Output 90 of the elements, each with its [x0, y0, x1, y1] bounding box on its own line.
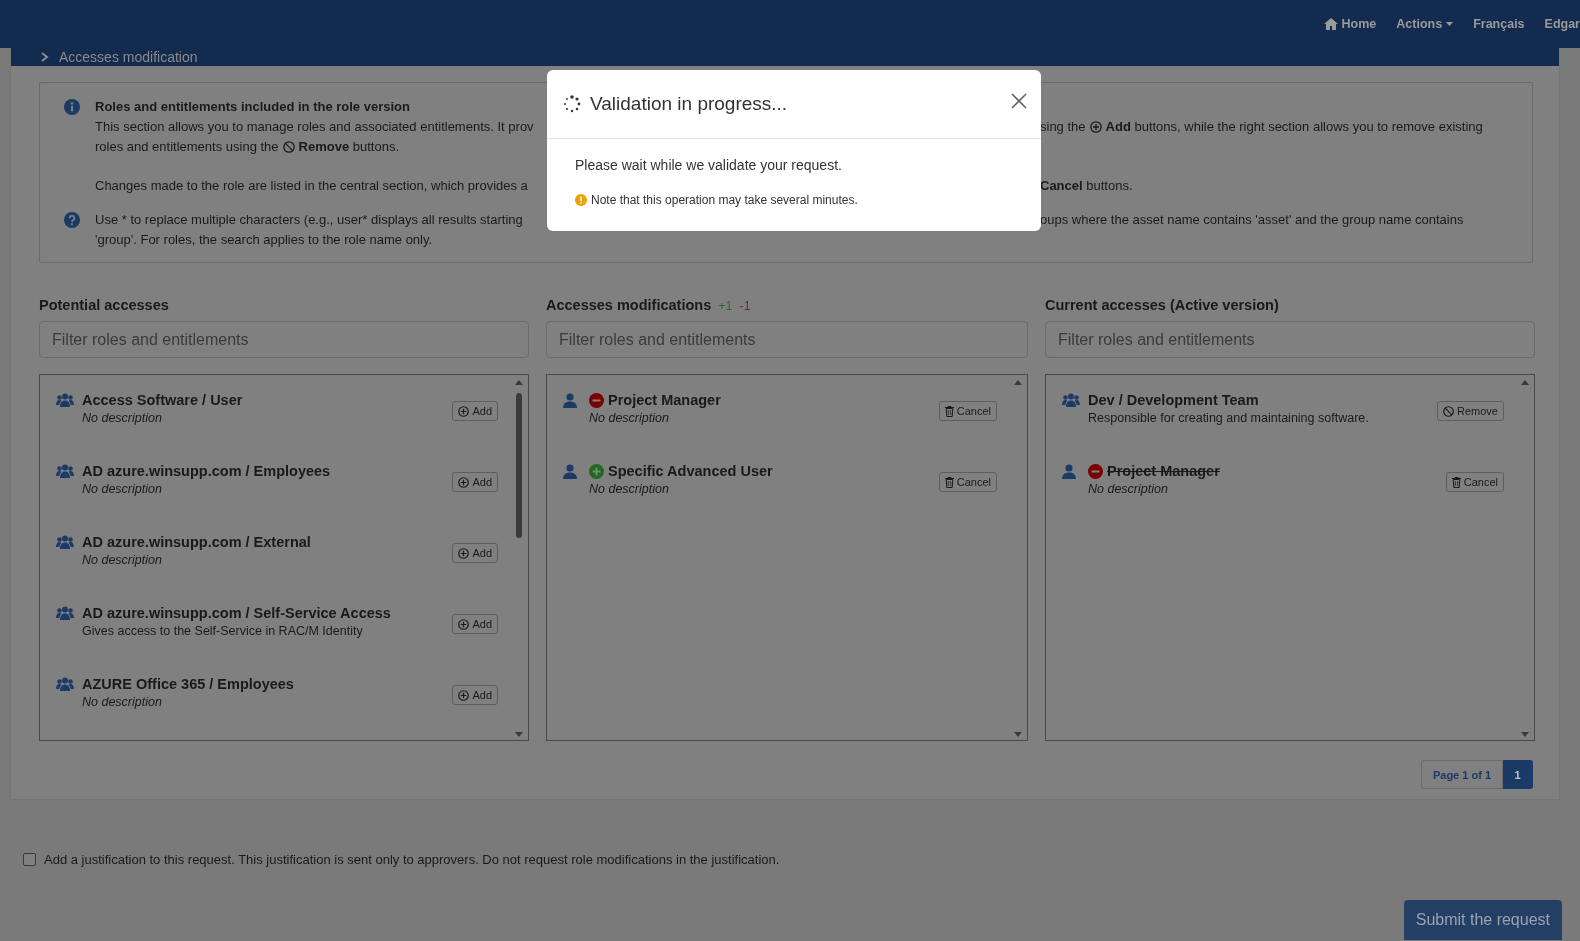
scrollbar[interactable] [1012, 378, 1024, 739]
add-button[interactable]: Add [452, 472, 498, 492]
chevron-icon [41, 52, 49, 62]
filter-field[interactable]: Filter roles and entitlements [39, 321, 529, 358]
nav-link[interactable]: Edgar [1544, 17, 1580, 31]
role-description: Gives access to the Self-Service in RAC/M Identity [82, 624, 364, 638]
group-icon [56, 393, 74, 407]
info-text: oups where the asset name contains 'asset' and the group name contains [1040, 211, 1464, 229]
add-button[interactable]: Add [452, 543, 498, 563]
modal-title: Validation in progress... [590, 93, 789, 115]
count-label: -1 [739, 299, 751, 313]
help-icon [64, 212, 80, 228]
group-icon [56, 606, 74, 620]
plus-circle-icon [458, 618, 470, 630]
info-text: Use * to replace multiple characters (e.g., user* displays all results starting [95, 211, 523, 229]
add-button[interactable]: Add [452, 685, 498, 705]
column-title: Current accesses (Active version) [1045, 297, 1279, 313]
role-description: No description [82, 695, 163, 709]
scrollbar[interactable] [513, 378, 525, 739]
group-icon [56, 677, 74, 691]
role-name: AD azure.winsupp.com / External [82, 534, 311, 550]
role-description: No description [82, 553, 163, 567]
role-name: AD azure.winsupp.com / Self-Service Access [82, 605, 391, 621]
trash-icon [944, 476, 954, 488]
role-description: No description [589, 482, 670, 496]
nav-link[interactable]: Home [1323, 17, 1377, 31]
plus-circle-icon [458, 689, 470, 701]
role-name: AD azure.winsupp.com / Employees [82, 463, 331, 479]
role-name: Dev / Development Team [1088, 392, 1259, 408]
info-title: Roles and entitlements included in the role version [95, 98, 410, 116]
filter-field[interactable]: Filter roles and entitlements [1045, 321, 1535, 358]
nav-link[interactable]: Actions [1396, 17, 1454, 31]
group-icon [56, 464, 74, 478]
plus-circle-icon [1089, 121, 1102, 133]
user-icon [1062, 464, 1076, 479]
info-text: 'group'. For roles, the search applies to the role name only. [95, 231, 433, 249]
cancel-button[interactable]: Cancel [938, 472, 997, 492]
info-text: Changes made to the role are listed in the central section, which provides a [95, 177, 528, 195]
info-text: roles and entitlements using the [95, 138, 279, 156]
user-icon [563, 393, 577, 408]
remove-button[interactable]: Remove [1437, 401, 1504, 421]
role-description: No description [82, 411, 163, 425]
column-title: Accesses modifications [546, 297, 712, 313]
add-button[interactable]: Add [452, 401, 498, 421]
info-text: sing the [1040, 118, 1086, 136]
modal-note: Note that this operation may take several minutes. [591, 193, 858, 207]
warning-icon [575, 194, 587, 206]
prohibited-icon [282, 141, 295, 153]
add-button[interactable]: Add [452, 614, 498, 634]
role-description: Responsible for creating and maintaining software. [1088, 411, 1370, 425]
spinner-icon [563, 95, 581, 113]
role-description: No description [82, 482, 163, 496]
plus-circle-icon [458, 547, 470, 559]
cancel-button[interactable]: Cancel [1445, 472, 1504, 492]
page-button[interactable]: 1 [1503, 760, 1533, 789]
checkbox-label: Add a justification to this request. This justification is sent only to approvers. Do not request role modifications in the justification. [44, 852, 780, 867]
prohibited-icon [1443, 405, 1455, 417]
filter-field[interactable]: Filter roles and entitlements [546, 321, 1028, 358]
group-icon [56, 535, 74, 549]
info-text: Add buttons, while the right section allows you to remove existing [1105, 118, 1483, 136]
caret-icon [1446, 22, 1454, 26]
cancel-button[interactable]: Cancel [938, 401, 997, 421]
role-name: Access Software / User [82, 392, 243, 408]
column-title: Potential accesses [39, 297, 169, 313]
justification-checkbox[interactable] [23, 853, 36, 866]
user-icon [563, 464, 577, 479]
count-label: +1 [718, 299, 733, 313]
trash-icon [1451, 476, 1461, 488]
page-indicator: Page 1 of 1 [1420, 760, 1503, 789]
nav-link[interactable]: Français [1473, 17, 1525, 31]
group-icon [1062, 393, 1080, 407]
card-title: Accesses modification [59, 48, 198, 66]
modal-message: Please wait while we validate your request. [575, 157, 843, 173]
home-icon [1323, 18, 1338, 30]
plus-circle-icon [458, 476, 470, 488]
info-icon [64, 99, 80, 115]
info-text: This section allows you to manage roles and associated entitlements. It prov [95, 118, 534, 136]
submit-button[interactable]: Submit the request [1403, 900, 1562, 940]
role-name: AZURE Office 365 / Employees [82, 676, 294, 692]
info-text: Remove buttons. [298, 138, 399, 156]
role-name: Project Manager [608, 392, 721, 408]
role-name: Project Manager [1107, 463, 1220, 479]
close-button[interactable] [1011, 93, 1027, 109]
role-description: No description [1088, 482, 1169, 496]
plus-circle-icon [458, 405, 470, 417]
role-name: Specific Advanced User [608, 463, 773, 479]
trash-icon [944, 405, 954, 417]
role-description: No description [589, 411, 670, 425]
scrollbar[interactable] [1519, 378, 1531, 739]
info-text: Cancel buttons. [1040, 177, 1133, 195]
